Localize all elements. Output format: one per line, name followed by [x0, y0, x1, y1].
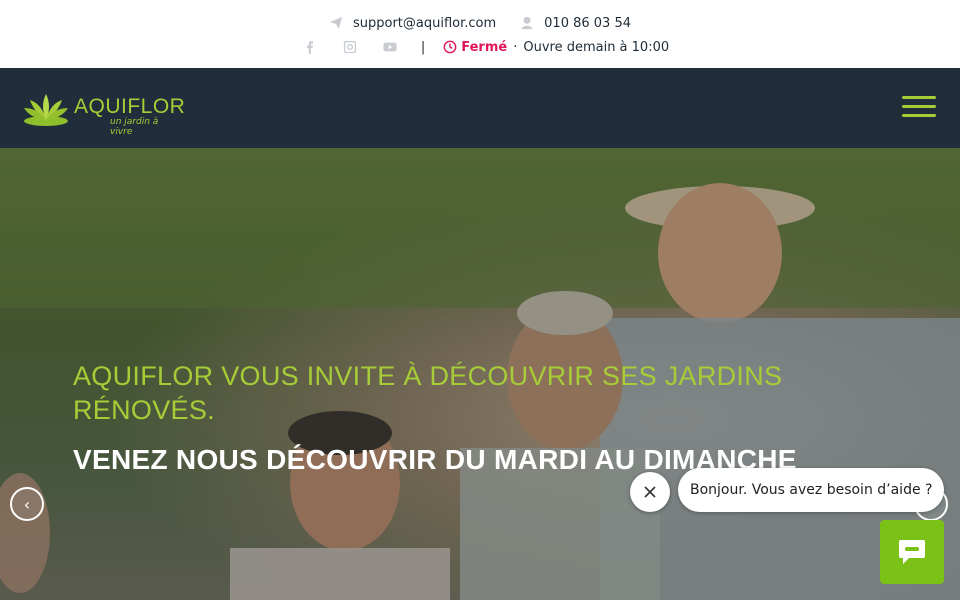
email-link[interactable]: support@aquiflor.com — [353, 16, 496, 31]
logo-tagline: un jardin à vivre — [110, 117, 159, 137]
facebook-icon[interactable] — [303, 40, 319, 54]
social-links — [291, 40, 411, 54]
chat-icon — [899, 540, 925, 564]
opening-status: Fermé · Ouvre demain à 10:00 — [443, 40, 669, 55]
paper-plane-icon — [329, 16, 343, 30]
logo-text: AQUIFLOR — [74, 95, 186, 118]
chat-message: Bonjour. Vous avez besoin d’aide ? — [690, 482, 933, 498]
main-navbar: AQUIFLOR un jardin à vivre — [0, 68, 960, 148]
opening-hours: Ouvre demain à 10:00 — [523, 39, 670, 55]
separator: | — [420, 39, 426, 55]
aquiflor-logo[interactable]: AQUIFLOR un jardin à vivre — [22, 90, 186, 137]
close-icon — [644, 486, 656, 498]
chat-close-button[interactable] — [630, 472, 670, 512]
top-contact-bar: support@aquiflor.com 010 86 03 54 | Ferm… — [0, 0, 960, 68]
instagram-icon[interactable] — [343, 40, 359, 54]
slider-prev-button[interactable]: ‹ — [10, 487, 44, 521]
hero-title: AQUIFLOR VOUS INVITE À DÉCOUVRIR SES JAR… — [73, 361, 783, 425]
contact-row: support@aquiflor.com 010 86 03 54 — [0, 12, 960, 34]
lotus-icon — [24, 94, 68, 126]
hamburger-icon[interactable] — [902, 96, 936, 120]
youtube-icon[interactable] — [383, 40, 399, 54]
chat-greeting-bubble[interactable]: Bonjour. Vous avez besoin d’aide ? — [678, 468, 944, 512]
phone-person-icon — [521, 16, 534, 30]
status-dot: · — [513, 39, 518, 55]
status-closed: Fermé — [461, 39, 508, 55]
phone-number[interactable]: 010 86 03 54 — [544, 16, 631, 31]
clock-icon — [443, 40, 457, 54]
hero-slider: AQUIFLOR VOUS INVITE À DÉCOUVRIR SES JAR… — [0, 148, 960, 600]
email-contact[interactable]: support@aquiflor.com — [329, 16, 496, 31]
chat-open-button[interactable] — [880, 520, 944, 584]
chevron-left-icon: ‹ — [23, 494, 31, 514]
social-status-row: | Fermé · Ouvre demain à 10:00 — [0, 36, 960, 58]
phone-contact[interactable]: 010 86 03 54 — [520, 16, 631, 31]
